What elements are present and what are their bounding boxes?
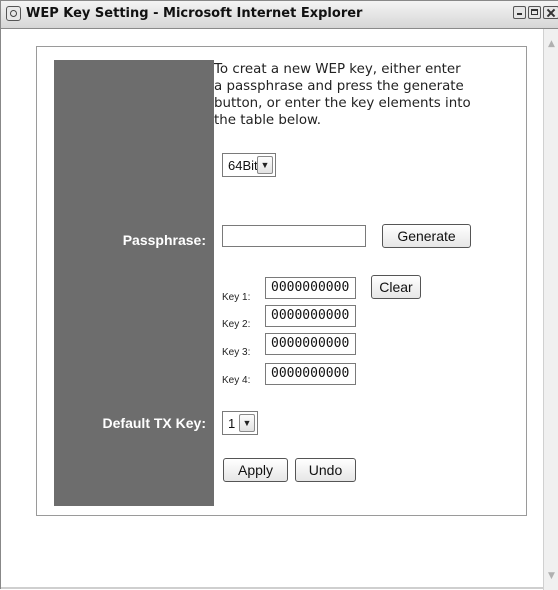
close-icon[interactable] (543, 6, 558, 19)
chevron-down-icon[interactable]: ▼ (257, 156, 273, 174)
chevron-down-icon[interactable]: ▼ (239, 414, 255, 432)
passphrase-label: Passphrase: (122, 232, 206, 248)
default-tx-key-select[interactable]: 1 ▼ (222, 411, 258, 435)
instruction-line: a passphrase and press the generate (214, 79, 464, 94)
key-3-input[interactable]: 0000000000 (265, 333, 356, 355)
key-2-label: Key 2: (222, 319, 251, 330)
vertical-scrollbar[interactable]: ▲ ▼ (543, 29, 558, 590)
key-1-label: Key 1: (222, 292, 251, 303)
instruction-line: To creat a new WEP key, either enter (214, 62, 461, 77)
generate-button[interactable]: Generate (382, 224, 471, 248)
ie-page-icon (6, 6, 21, 21)
default-tx-key-label: Default TX Key: (102, 415, 206, 431)
window-title: WEP Key Setting - Microsoft Internet Exp… (26, 6, 363, 21)
key-2-input[interactable]: 0000000000 (265, 305, 356, 327)
instruction-line: the table below. (214, 113, 322, 128)
apply-button[interactable]: Apply (223, 458, 288, 482)
clear-button[interactable]: Clear (371, 275, 421, 299)
label-column: Passphrase: Default TX Key: (54, 60, 214, 506)
passphrase-input[interactable] (222, 225, 366, 247)
title-bar: WEP Key Setting - Microsoft Internet Exp… (1, 1, 558, 29)
key-length-value: 64Bit (228, 158, 258, 173)
key-4-label: Key 4: (222, 375, 251, 386)
undo-button[interactable]: Undo (295, 458, 356, 482)
scroll-down-arrow-icon[interactable]: ▼ (544, 569, 558, 584)
key-1-input[interactable]: 0000000000 (265, 277, 356, 299)
instructions-text: To creat a new WEP key, either enter a p… (214, 61, 504, 129)
key-length-select[interactable]: 64Bit ▼ (222, 153, 276, 177)
key-4-input[interactable]: 0000000000 (265, 363, 356, 385)
key-3-label: Key 3: (222, 347, 251, 358)
maximize-icon[interactable] (528, 6, 541, 19)
browser-window: WEP Key Setting - Microsoft Internet Exp… (0, 0, 558, 590)
default-tx-key-value: 1 (228, 416, 236, 431)
minimize-icon[interactable] (513, 6, 526, 19)
scroll-up-arrow-icon[interactable]: ▲ (544, 37, 558, 52)
instruction-line: button, or enter the key elements into (214, 96, 471, 111)
